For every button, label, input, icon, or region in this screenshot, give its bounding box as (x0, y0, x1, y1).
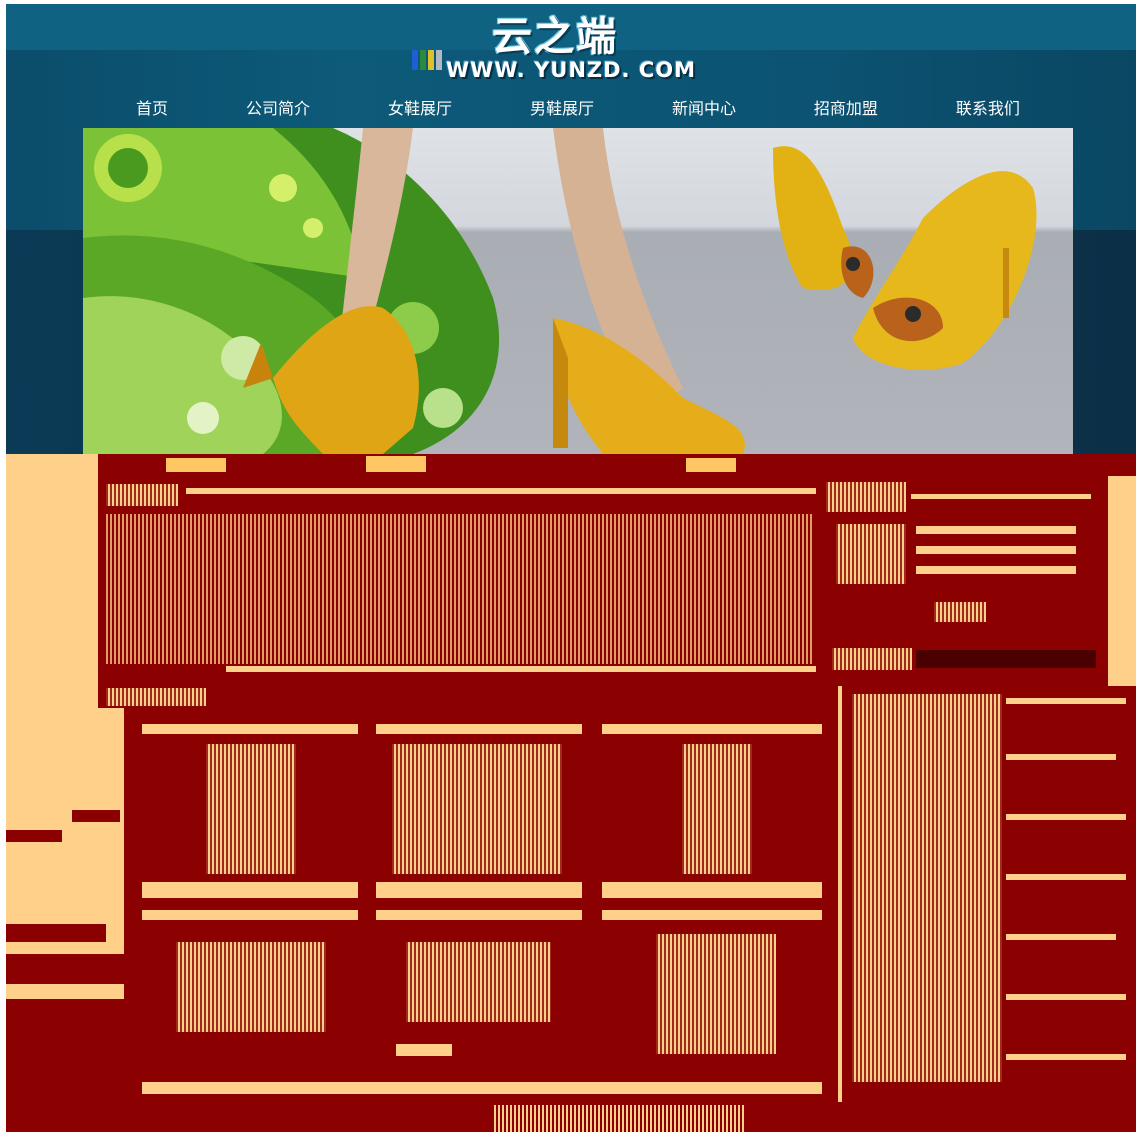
product-card-top (376, 724, 582, 734)
product-card-top (142, 724, 358, 734)
nav-item-men-shoes[interactable]: 男鞋展厅 (530, 90, 594, 128)
sidebar-list (852, 694, 1002, 1082)
page-frame: 云之端 WWW. YUNZD. COM 首页 公司简介 女鞋展厅 男鞋展厅 新闻… (6, 4, 1136, 1132)
content-area (6, 454, 1136, 1132)
product-card-top (376, 910, 582, 920)
nav-item-news[interactable]: 新闻中心 (672, 90, 736, 128)
nav-item-about[interactable]: 公司简介 (246, 90, 310, 128)
news-rule (911, 494, 1091, 499)
news-line (916, 546, 1076, 554)
glitch-stripe (6, 830, 62, 842)
sidebar-line (1006, 814, 1126, 820)
site-logo[interactable]: 云之端 (480, 4, 630, 62)
section-title (106, 484, 178, 506)
product-caption[interactable] (396, 1044, 452, 1056)
main-navigation: 首页 公司简介 女鞋展厅 男鞋展厅 新闻中心 招商加盟 联系我们 (83, 90, 1073, 128)
product-image[interactable] (406, 942, 551, 1022)
glitch-block (166, 458, 226, 472)
product-caption[interactable] (602, 882, 822, 898)
content-top-strip (98, 454, 1136, 476)
glitch-stripe (72, 810, 120, 822)
product-title-bar (98, 686, 838, 708)
product-image[interactable] (656, 934, 776, 1054)
product-image[interactable] (682, 744, 752, 874)
sidebar-line (1006, 874, 1126, 880)
glitch-stripe (6, 954, 126, 984)
glitch-block (686, 458, 736, 472)
product-grid-bottom (142, 1082, 822, 1094)
product-image[interactable] (176, 942, 326, 1032)
site-url: WWW. YUNZD. COM (446, 58, 697, 82)
product-card-top (142, 910, 358, 920)
company-intro-text (106, 514, 814, 664)
product-card-top (602, 724, 822, 734)
sidebar-line (1006, 934, 1116, 940)
news-title (826, 482, 906, 512)
sidebar-line (1006, 698, 1126, 704)
sidebar-line (1006, 994, 1126, 1000)
site-header: 云之端 WWW. YUNZD. COM 首页 公司简介 女鞋展厅 男鞋展厅 新闻… (6, 4, 1136, 454)
more-link[interactable] (934, 602, 986, 622)
contact-title (832, 648, 912, 670)
product-caption[interactable] (142, 882, 358, 898)
product-caption[interactable] (376, 882, 582, 898)
nav-item-women-shoes[interactable]: 女鞋展厅 (388, 90, 452, 128)
glitch-block (226, 666, 816, 672)
glitch-block (366, 456, 426, 472)
sidebar-line (1006, 754, 1116, 760)
title-rule (186, 488, 816, 494)
sidebar-line (1006, 1054, 1126, 1060)
nav-item-contact[interactable]: 联系我们 (956, 90, 1020, 128)
product-card-top (602, 910, 822, 920)
news-line (916, 566, 1076, 574)
nav-item-franchise[interactable]: 招商加盟 (814, 90, 878, 128)
shoe-banner-graphic (83, 128, 1037, 454)
product-image[interactable] (392, 744, 562, 874)
contact-rule (916, 650, 1096, 668)
glitch-stripe (6, 924, 106, 942)
footer-text (492, 1105, 744, 1132)
news-thumb (836, 524, 906, 584)
nav-item-home[interactable]: 首页 (136, 90, 168, 128)
product-title (106, 688, 206, 706)
product-image[interactable] (206, 744, 296, 874)
news-line (916, 526, 1076, 534)
banner-image (83, 128, 1073, 454)
